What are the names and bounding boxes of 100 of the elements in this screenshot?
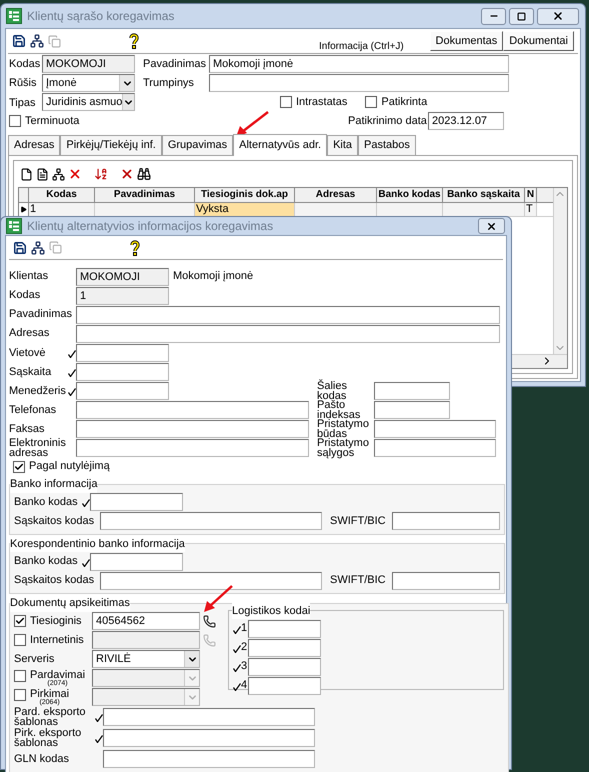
checkbox[interactable]: [9, 115, 21, 127]
tab[interactable]: Pirkėjų/Tiekėjų inf.: [60, 135, 162, 155]
dropdown[interactable]: RIVILĖ: [92, 650, 200, 668]
input-field[interactable]: 2023.12.07: [428, 112, 504, 130]
checkbox[interactable]: [13, 460, 25, 472]
delete-icon[interactable]: [68, 167, 82, 181]
column-header[interactable]: Banko sąskaita: [443, 188, 525, 202]
input-field[interactable]: [76, 420, 309, 438]
input-field[interactable]: [374, 420, 496, 438]
input-field[interactable]: [90, 493, 183, 511]
field-label: SWIFT/BIC: [330, 514, 387, 529]
input-field[interactable]: [103, 750, 315, 768]
column-header[interactable]: Tiesioginis dok.ap: [195, 188, 295, 202]
field-label: Internetinis: [30, 632, 84, 648]
dropdown[interactable]: Juridinis asmuo: [42, 93, 135, 111]
input-field[interactable]: [76, 362, 169, 380]
app-icon: [6, 8, 22, 24]
close-button[interactable]: [478, 218, 505, 234]
checkbox[interactable]: [14, 615, 26, 627]
input-field[interactable]: [76, 400, 309, 418]
input-field[interactable]: 1: [76, 286, 169, 304]
field-label: Trumpinys: [143, 76, 195, 91]
maximize-icon: [517, 12, 526, 20]
new-icon[interactable]: [20, 168, 33, 180]
input-field[interactable]: [103, 708, 315, 726]
toolbar-button[interactable]: Dokumentai: [503, 31, 574, 51]
column-header[interactable]: N: [525, 188, 537, 202]
input-field[interactable]: [248, 620, 321, 638]
input-field[interactable]: MOKOMOJI: [42, 55, 135, 73]
group-title: Banko informacija: [10, 476, 98, 492]
input-field[interactable]: [392, 512, 500, 530]
checkbox[interactable]: [365, 96, 378, 108]
input-field[interactable]: [392, 572, 500, 590]
column-header[interactable]: Kodas: [29, 188, 95, 202]
input-field[interactable]: [374, 438, 496, 456]
tab[interactable]: Kita: [327, 135, 358, 155]
phone-icon[interactable]: [203, 614, 216, 628]
help-icon[interactable]: [129, 33, 139, 49]
column-header[interactable]: Banko kodas: [377, 188, 443, 202]
field-label: Pard. eksporto šablonas: [14, 707, 87, 727]
document-icon[interactable]: [36, 168, 49, 180]
tab[interactable]: Alternatyvūs adr.: [233, 134, 328, 156]
input-field[interactable]: [76, 382, 169, 400]
field-label: Klientas: [9, 269, 50, 284]
column-header[interactable]: Adresas: [295, 188, 377, 202]
table-cell: Vyksta: [195, 203, 295, 216]
clear-icon[interactable]: [120, 167, 134, 181]
input-field[interactable]: [76, 438, 309, 456]
close-button[interactable]: [537, 8, 579, 24]
field-label: 4: [241, 678, 248, 694]
maximize-button[interactable]: [509, 8, 534, 24]
checkbox[interactable]: [280, 96, 292, 108]
input-field[interactable]: [248, 658, 321, 676]
input-field[interactable]: [76, 344, 169, 362]
help-icon[interactable]: [130, 240, 140, 256]
client-name: Mokomoji įmonė: [173, 269, 254, 284]
toolbar-button[interactable]: Dokumentas: [430, 31, 504, 51]
input-field[interactable]: [374, 382, 450, 400]
tab[interactable]: Pastabos: [358, 135, 416, 155]
input-field[interactable]: [100, 512, 322, 530]
input-field[interactable]: [90, 552, 183, 570]
tab[interactable]: Grupavimas: [162, 135, 234, 155]
input-field[interactable]: [374, 400, 450, 418]
group-title: Logistikos kodai: [232, 602, 310, 619]
shortcut-hint: Informacija (Ctrl+J): [319, 40, 404, 54]
sort-icon[interactable]: [94, 167, 108, 181]
field-label: Tipas: [9, 96, 36, 110]
field-label: Banko kodas: [14, 554, 79, 570]
field-label: Sąskaitos kodas: [14, 573, 96, 588]
field-label: Telefonas: [9, 404, 58, 414]
tab[interactable]: Adresas: [8, 135, 60, 155]
group-title: Dokumentų apsikeitimas: [10, 595, 130, 612]
input-field[interactable]: [103, 729, 315, 747]
tree-icon[interactable]: [31, 240, 45, 254]
save-icon[interactable]: [13, 240, 27, 254]
input-field[interactable]: [76, 324, 500, 342]
field-label: Elektroninis adresas: [9, 438, 67, 458]
column-header[interactable]: Pavadinimas: [95, 188, 195, 202]
field-label: Pavadinimas: [9, 307, 73, 322]
field-label: Intrastatas: [296, 94, 348, 110]
window-title: Klientų sąrašo koregavimas: [27, 8, 174, 25]
field-label: Pirk. eksporto šablonas: [14, 728, 82, 748]
input-field[interactable]: [100, 572, 322, 590]
input-field[interactable]: Mokomoji įmonė: [209, 55, 509, 73]
dropdown[interactable]: Įmonė: [42, 74, 135, 92]
input-field[interactable]: [209, 74, 509, 92]
close-icon: [486, 220, 497, 232]
tree-icon[interactable]: [30, 34, 44, 48]
field-label: Patikrinta: [381, 94, 428, 110]
field-label: Adresas: [9, 326, 50, 342]
input-field[interactable]: [248, 676, 321, 694]
save-icon[interactable]: [12, 34, 26, 48]
input-field[interactable]: [76, 306, 500, 324]
field-label: Kodas: [9, 56, 42, 72]
tree-icon[interactable]: [52, 168, 65, 180]
input-field[interactable]: 40564562: [92, 612, 200, 630]
find-icon[interactable]: [137, 167, 151, 181]
input-field[interactable]: [248, 638, 321, 656]
field-label: Serveris: [14, 652, 56, 667]
input-field[interactable]: MOKOMOJI: [76, 268, 169, 286]
